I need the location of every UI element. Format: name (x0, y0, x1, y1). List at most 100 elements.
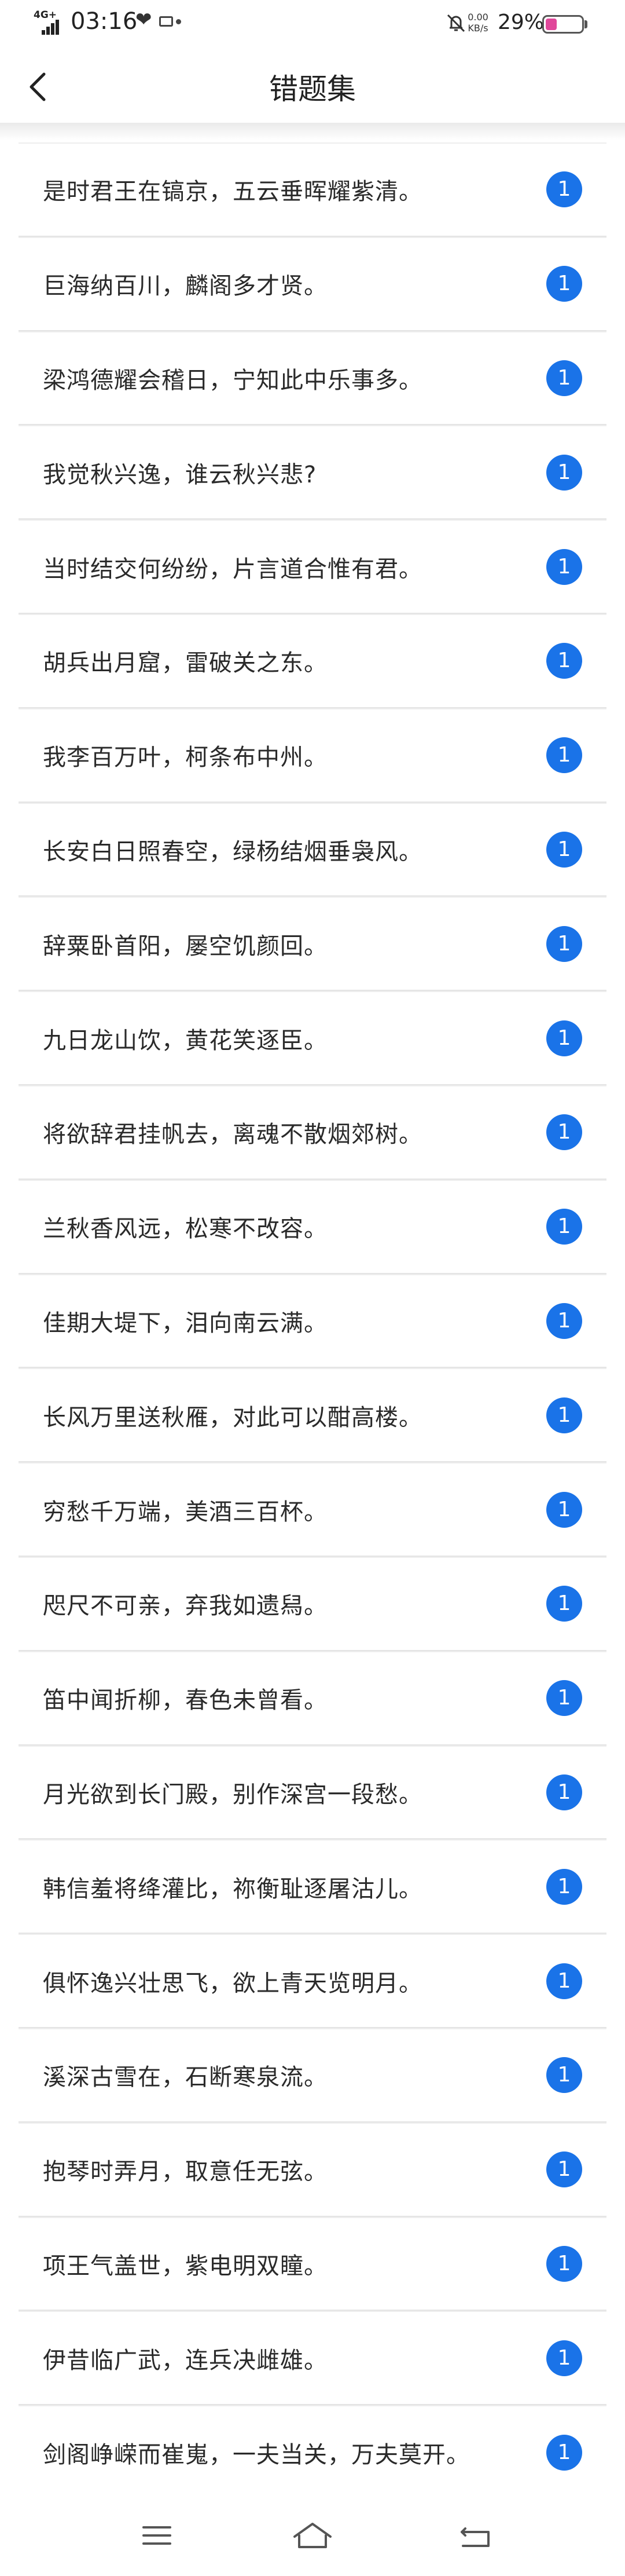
error-count-badge: 1 (546, 1209, 582, 1245)
list-item[interactable]: 我觉秋兴逸，谁云秋兴悲? 1 (19, 425, 606, 519)
list-item[interactable]: 抱琴时弄月，取意任无弦。 1 (19, 2122, 606, 2217)
list-item[interactable]: 韩信羞将绛灌比，祢衡耻逐屠沽儿。 1 (19, 1839, 606, 1934)
error-count-badge: 1 (546, 2057, 582, 2094)
list-item[interactable]: 咫尺不可亲，弃我如遗舄。 1 (19, 1556, 606, 1651)
list-item[interactable]: 九日龙山饮，黄花笑逐臣。 1 (19, 991, 606, 1085)
error-count-badge: 1 (546, 2340, 582, 2376)
battery-tip (584, 20, 587, 28)
return-icon (461, 2527, 490, 2547)
question-text: 胡兵出月窟，雷破关之东。 (43, 650, 328, 677)
question-text: 溪深古雪在，石断寒泉流。 (43, 2064, 328, 2091)
question-text: 是时君王在镐京，五云垂晖耀紫清。 (43, 178, 422, 206)
list-item[interactable]: 将欲辞君挂帆去，离魂不散烟郊树。 1 (19, 1085, 606, 1180)
list-item[interactable]: 俱怀逸兴壮思飞，欲上青天览明月。 1 (19, 1934, 606, 2028)
list-item[interactable]: 是时君王在镐京，五云垂晖耀紫清。 1 (19, 142, 606, 237)
system-nav-bar (0, 2488, 625, 2576)
list-item[interactable]: 长安白日照春空，绿杨结烟垂袅风。 1 (19, 802, 606, 897)
error-count-badge: 1 (546, 2434, 582, 2471)
error-count-badge: 1 (546, 171, 582, 208)
question-text: 俱怀逸兴壮思飞，欲上青天览明月。 (43, 1970, 422, 1997)
list-item[interactable]: 伊昔临广武，连兵决雌雄。 1 (19, 2311, 606, 2405)
list-item[interactable]: 巨海纳百川，麟阁多才贤。 1 (19, 236, 606, 331)
question-text: 当时结交何纷纷，片言道合惟有君。 (43, 555, 422, 583)
list-item[interactable]: 月光欲到长门殿，别作深宫一段愁。 1 (19, 1745, 606, 1840)
list-item[interactable]: 佳期大堤下，泪向南云满。 1 (19, 1274, 606, 1368)
question-text: 辞粟卧首阳，屡空饥颜回。 (43, 932, 328, 960)
error-count-badge: 1 (546, 737, 582, 774)
wrong-question-list: 是时君王在镐京，五云垂晖耀紫清。 1 巨海纳百川，麟阁多才贤。 1 梁鸿德耀会稽日，宁知… (0, 142, 625, 2500)
battery-percentage: 29% (498, 10, 545, 34)
question-text: 我李百万叶，柯条布中州。 (43, 744, 328, 771)
question-text: 笛中闻折柳，春色未曾看。 (43, 1687, 328, 1714)
home-button[interactable] (286, 2517, 339, 2554)
question-text: 九日龙山饮，黄花笑逐臣。 (43, 1027, 328, 1054)
error-count-badge: 1 (546, 1680, 582, 1717)
question-text: 月光欲到长门殿，别作深宫一段愁。 (43, 1781, 422, 1808)
error-count-badge: 1 (546, 548, 582, 585)
list-item[interactable]: 梁鸿德耀会稽日，宁知此中乐事多。 1 (19, 331, 606, 426)
heart-icon: ❤ (135, 8, 152, 31)
question-text: 巨海纳百川，麟阁多才贤。 (43, 273, 328, 300)
error-count-badge: 1 (546, 2151, 582, 2188)
list-item[interactable]: 剑阁峥嵘而崔嵬，一夫当关，万夫莫开。 1 (19, 2405, 606, 2500)
header-divider (0, 123, 625, 140)
speed-unit: KB/s (468, 23, 488, 34)
question-text: 伊昔临广武，连兵决雌雄。 (43, 2347, 328, 2374)
list-item[interactable]: 长风万里送秋雁，对此可以酣高楼。 1 (19, 1368, 606, 1462)
page-title: 错题集 (269, 72, 356, 106)
error-count-badge: 1 (546, 360, 582, 396)
question-text: 将欲辞君挂帆去，离魂不散烟郊树。 (43, 1121, 422, 1148)
list-item[interactable]: 辞粟卧首阳，屡空饥颜回。 1 (19, 897, 606, 991)
error-count-badge: 1 (546, 1397, 582, 1433)
question-text: 咫尺不可亲，弃我如遗舄。 (43, 1593, 328, 1620)
question-text: 佳期大堤下，泪向南云满。 (43, 1309, 328, 1337)
error-count-badge: 1 (546, 1020, 582, 1056)
mute-icon (444, 12, 468, 35)
question-text: 兰秋香风远，松寒不改容。 (43, 1216, 328, 1243)
list-item[interactable]: 胡兵出月窟，雷破关之东。 1 (19, 613, 606, 708)
battery-icon (542, 15, 584, 34)
list-item[interactable]: 兰秋香风远，松寒不改容。 1 (19, 1179, 606, 1274)
list-item[interactable]: 穷愁千万端，美酒三百杯。 1 (19, 1462, 606, 1557)
list-item[interactable]: 溪深古雪在，石断寒泉流。 1 (19, 2028, 606, 2123)
error-count-badge: 1 (546, 1774, 582, 1810)
list-item[interactable]: 笛中闻折柳，春色未曾看。 1 (19, 1651, 606, 1746)
error-count-badge: 1 (546, 266, 582, 302)
question-text: 剑阁峥嵘而崔嵬，一夫当关，万夫莫开。 (43, 2441, 470, 2468)
question-text: 梁鸿德耀会稽日，宁知此中乐事多。 (43, 367, 422, 394)
question-text: 我觉秋兴逸，谁云秋兴悲? (43, 461, 317, 488)
return-button[interactable] (450, 2517, 502, 2554)
error-count-badge: 1 (546, 1586, 582, 1622)
question-text: 韩信羞将绛灌比，祢衡耻逐屠沽儿。 (43, 1875, 422, 1902)
network-speed: 0.00 KB/s (466, 12, 490, 34)
error-count-badge: 1 (546, 1114, 582, 1151)
question-text: 长安白日照春空，绿杨结烟垂袅风。 (43, 838, 422, 865)
status-time: 03:16 (71, 8, 138, 35)
error-count-badge: 1 (546, 1491, 582, 1528)
app-header: 错题集 (0, 51, 625, 123)
battery-fill (546, 19, 557, 30)
error-count-badge: 1 (546, 454, 582, 491)
error-count-badge: 1 (546, 2245, 582, 2282)
question-text: 穷愁千万端，美酒三百杯。 (43, 1498, 328, 1525)
list-item[interactable]: 项王气盖世，紫电明双瞳。 1 (19, 2216, 606, 2311)
list-item[interactable]: 我李百万叶，柯条布中州。 1 (19, 708, 606, 803)
speed-value: 0.00 (468, 12, 488, 23)
home-icon (293, 2523, 332, 2548)
status-bar: 4G+ 03:16 ❤ 0.00 KB/s 29% (0, 0, 625, 51)
error-count-badge: 1 (546, 1302, 582, 1339)
error-count-badge: 1 (546, 1963, 582, 1999)
error-count-badge: 1 (546, 925, 582, 962)
network-type: 4G+ (34, 9, 57, 21)
menu-button[interactable] (131, 2517, 183, 2554)
question-text: 长风万里送秋雁，对此可以酣高楼。 (43, 1404, 422, 1431)
error-count-badge: 1 (546, 831, 582, 868)
dot-icon (176, 19, 181, 24)
menu-icon (142, 2526, 171, 2545)
signal-icon: 4G+ (34, 9, 65, 35)
list-item[interactable]: 当时结交何纷纷，片言道合惟有君。 1 (19, 519, 606, 614)
question-text: 抱琴时弄月，取意任无弦。 (43, 2158, 328, 2186)
error-count-badge: 1 (546, 1868, 582, 1905)
error-count-badge: 1 (546, 643, 582, 679)
notification-icon (159, 16, 173, 27)
